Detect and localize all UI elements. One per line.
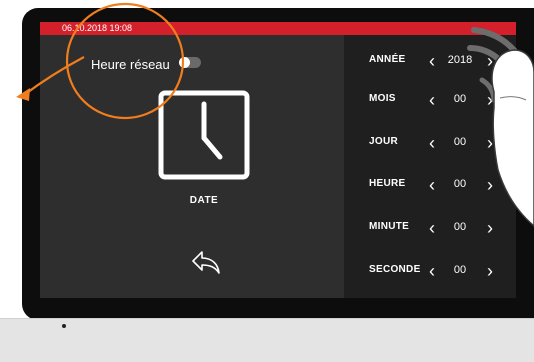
setting-label: ANNÉE	[369, 54, 406, 65]
setting-value: 00	[453, 178, 467, 190]
toggle-knob	[179, 57, 190, 68]
setting-value: 00	[453, 264, 467, 276]
setting-value: 2018	[447, 54, 473, 66]
increment-second-button[interactable]: ›	[484, 261, 496, 281]
setting-value: 00	[453, 93, 467, 105]
back-arrow-icon	[192, 251, 220, 274]
network-time-label: Heure réseau	[91, 57, 170, 72]
decrement-year-button[interactable]: ‹	[426, 51, 438, 71]
increment-year-button[interactable]: ›	[484, 51, 496, 71]
setting-row-minute: MINUTE ‹ 00 ›	[344, 218, 516, 238]
setting-row-month: MOIS ‹ 00 ›	[344, 90, 516, 110]
status-datetime: 06.10.2018 19:08	[62, 23, 133, 33]
increment-minute-button[interactable]: ›	[484, 218, 496, 238]
setting-label: HEURE	[369, 178, 406, 189]
setting-row-year: ANNÉE ‹ 2018 ›	[344, 51, 516, 71]
date-time-settings-panel: ANNÉE ‹ 2018 › MOIS ‹ 00 › JOUR ‹ 00 › H…	[344, 35, 516, 298]
decrement-minute-button[interactable]: ‹	[426, 218, 438, 238]
decrement-second-button[interactable]: ‹	[426, 261, 438, 281]
clock-icon	[158, 90, 250, 180]
setting-row-hour: HEURE ‹ 00 ›	[344, 175, 516, 195]
setting-value: 00	[453, 136, 467, 148]
increment-hour-button[interactable]: ›	[484, 175, 496, 195]
intercom-device: 06.10.2018 19:08 Heure réseau DATE ANNÉE	[0, 0, 534, 362]
screen: 06.10.2018 19:08 Heure réseau DATE ANNÉE	[40, 22, 516, 298]
setting-label: MOIS	[369, 93, 396, 104]
setting-value: 00	[453, 221, 467, 233]
setting-row-second: SECONDE ‹ 00 ›	[344, 261, 516, 281]
date-button[interactable]	[158, 90, 250, 180]
setting-label: JOUR	[369, 136, 398, 147]
setting-row-day: JOUR ‹ 00 ›	[344, 133, 516, 153]
increment-month-button[interactable]: ›	[484, 90, 496, 110]
setting-label: MINUTE	[369, 221, 410, 232]
network-time-row: Heure réseau	[91, 56, 170, 72]
setting-label: SECONDE	[369, 264, 421, 275]
indicator-led	[62, 324, 66, 328]
decrement-month-button[interactable]: ‹	[426, 90, 438, 110]
back-button[interactable]	[190, 248, 222, 276]
decrement-hour-button[interactable]: ‹	[426, 175, 438, 195]
status-bar: 06.10.2018 19:08	[40, 22, 516, 35]
decrement-day-button[interactable]: ‹	[426, 133, 438, 153]
date-label: DATE	[189, 195, 219, 206]
network-time-toggle[interactable]	[179, 57, 201, 68]
device-bottom-panel	[0, 318, 534, 362]
increment-day-button[interactable]: ›	[484, 133, 496, 153]
